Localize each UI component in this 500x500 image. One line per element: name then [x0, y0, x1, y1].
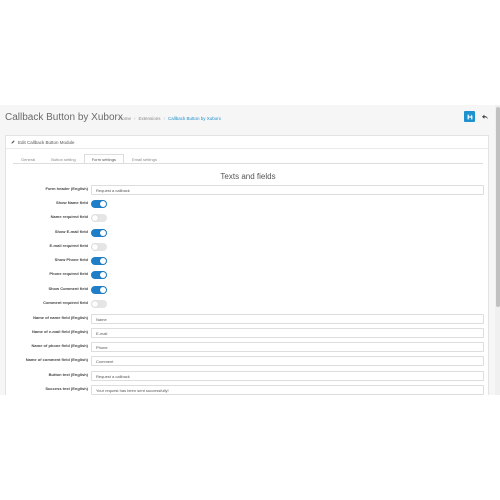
page-header: Callback Button by Xuborx Home › Extensi…	[5, 111, 490, 131]
field-label: Show Phone field	[54, 257, 88, 262]
field-label: Show E-mail field	[54, 229, 88, 234]
show-email-toggle[interactable]	[91, 229, 107, 237]
toggle-knob	[100, 258, 106, 264]
name-required-toggle[interactable]	[91, 214, 107, 222]
pencil-icon	[11, 140, 15, 144]
form-row-show-phone: Show Phone field	[6, 256, 490, 266]
form-row-phone-field: Name of phone field (English)	[6, 342, 490, 352]
phone-field-input[interactable]	[91, 342, 484, 352]
form-row-button-text: Button text (English)	[6, 371, 490, 381]
toggle-knob	[100, 272, 106, 278]
form-row-phone-required: Phone required field	[6, 270, 490, 280]
breadcrumb-separator: ›	[134, 116, 136, 121]
form-row-name-field: Name of name field (English)	[6, 314, 490, 324]
show-comment-toggle[interactable]	[91, 286, 107, 294]
reply-icon	[481, 114, 488, 119]
field-label: E-mail required field	[49, 243, 88, 248]
form-row-show-comment: Show Comment field	[6, 285, 490, 295]
tab-bar: General Button setting Form settings Ema…	[13, 154, 165, 163]
panel-heading: Edit Callback Button Module	[6, 136, 488, 149]
field-label: Show Comment field	[48, 286, 88, 291]
tab-email-settings[interactable]: Email settings	[124, 154, 165, 163]
app-window: Callback Button by Xuborx Home › Extensi…	[0, 105, 500, 395]
panel-title: Edit Callback Button Module	[18, 139, 75, 145]
back-button[interactable]	[479, 111, 490, 122]
field-label: Name of name field (English)	[33, 315, 88, 320]
form-row-email-field: Name of e-mail field (English)	[6, 328, 490, 338]
phone-required-toggle[interactable]	[91, 271, 107, 279]
tabs-divider	[13, 163, 483, 164]
field-label: Form header (English)	[45, 186, 88, 191]
show-phone-toggle[interactable]	[91, 257, 107, 265]
save-button[interactable]	[464, 111, 475, 122]
edit-module-panel: Edit Callback Button Module General Butt…	[5, 135, 489, 395]
form-row-show-email: Show E-mail field	[6, 228, 490, 238]
field-label: Name of comment field (English)	[25, 357, 88, 362]
field-label: Show Name field	[55, 200, 88, 205]
breadcrumb-home[interactable]: Home	[119, 116, 131, 121]
form-row-name-required: Name required field	[6, 213, 490, 223]
vertical-scrollbar[interactable]	[495, 105, 500, 395]
page-title: Callback Button by Xuborx	[5, 112, 123, 123]
toggle-knob	[92, 215, 98, 221]
breadcrumb-current[interactable]: Callback Button by Xuborx	[168, 116, 221, 121]
breadcrumb-extensions[interactable]: Extensions	[139, 116, 161, 121]
section-title: Texts and fields	[220, 172, 276, 181]
form-row-show-name: Show Name field	[6, 199, 490, 209]
field-label: Name of e-mail field (English)	[31, 329, 88, 334]
tab-form-settings[interactable]: Form settings	[83, 154, 124, 163]
form-row-success-text: Success text (English)	[6, 385, 490, 395]
comment-field-input[interactable]	[91, 356, 484, 366]
toggle-knob	[92, 244, 98, 250]
email-field-input[interactable]	[91, 328, 484, 338]
tab-button-setting[interactable]: Button setting	[43, 154, 83, 163]
button-text-input[interactable]	[91, 371, 484, 381]
form-row-form-header: Form header (English)	[6, 185, 490, 195]
save-icon	[467, 114, 472, 119]
scrollbar-thumb[interactable]	[496, 107, 500, 307]
field-label: Phone required field	[49, 271, 88, 276]
success-text-input[interactable]	[91, 385, 484, 395]
form-row-comment-field: Name of comment field (English)	[6, 356, 490, 366]
show-name-toggle[interactable]	[91, 200, 107, 208]
field-label: Name of phone field (English)	[31, 343, 88, 348]
email-required-toggle[interactable]	[91, 243, 107, 251]
field-label: Comment required field	[43, 300, 88, 305]
tab-general[interactable]: General	[13, 154, 43, 163]
breadcrumb-separator: ›	[163, 116, 166, 121]
form-header-input[interactable]	[91, 185, 484, 195]
name-field-input[interactable]	[91, 314, 484, 324]
field-label: Button text (English)	[48, 372, 88, 377]
form-row-comment-required: Comment required field	[6, 299, 490, 309]
toggle-knob	[100, 287, 106, 293]
field-label: Name required field	[50, 214, 88, 219]
toggle-knob	[100, 230, 106, 236]
field-label: Success text (English)	[45, 386, 88, 391]
comment-required-toggle[interactable]	[91, 300, 107, 308]
toggle-knob	[100, 201, 106, 207]
toggle-knob	[92, 301, 98, 307]
breadcrumb: Home › Extensions › Callback Button by X…	[119, 116, 221, 121]
form-row-email-required: E-mail required field	[6, 242, 490, 252]
